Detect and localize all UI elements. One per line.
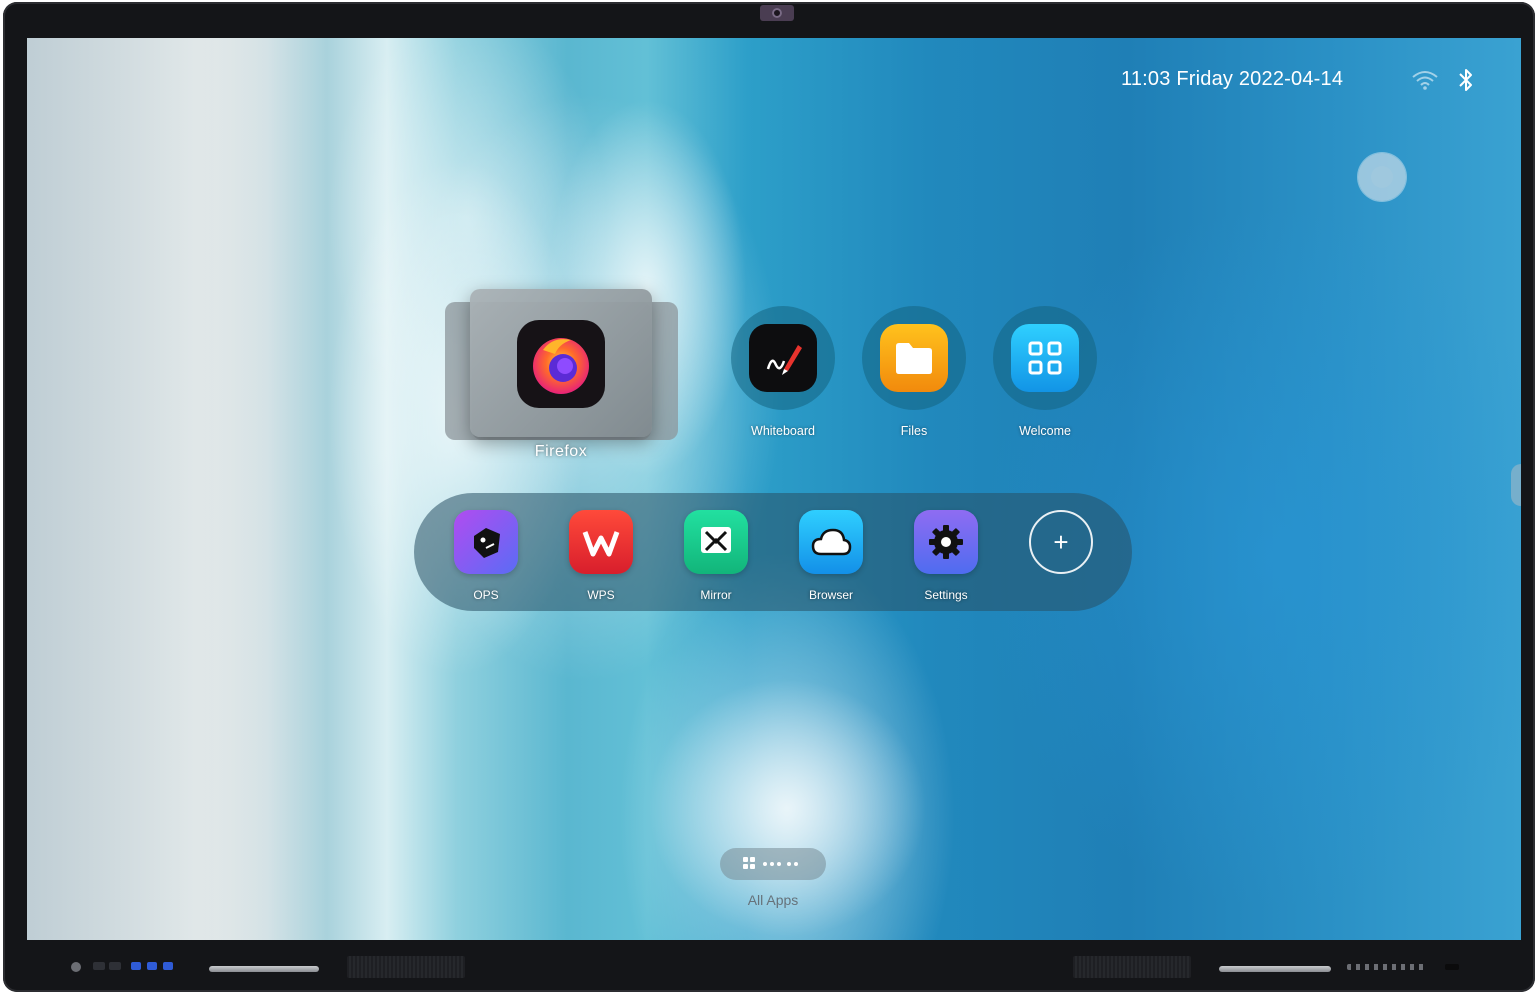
bluetooth-icon[interactable] xyxy=(1457,67,1475,93)
app-label: Whiteboard xyxy=(751,424,815,438)
stylus-pen xyxy=(209,966,319,972)
floating-menu-button[interactable] xyxy=(1358,153,1406,201)
bottom-bezel xyxy=(3,946,1535,992)
app-ring xyxy=(862,306,966,410)
usb-port xyxy=(131,962,141,970)
wps-icon xyxy=(569,510,633,574)
gear-icon xyxy=(914,510,978,574)
app-label: Browser xyxy=(808,588,853,602)
app-label: OPS xyxy=(473,588,499,602)
dock-app-browser[interactable]: Browser xyxy=(786,510,876,602)
ops-icon xyxy=(454,510,518,574)
dock-app-settings[interactable]: Settings xyxy=(901,510,991,602)
dock-app-ops[interactable]: OPS xyxy=(441,510,531,602)
camera-icon xyxy=(760,5,794,21)
status-datetime: 11:03 Friday 2022-04-14 xyxy=(1121,68,1344,90)
folder-icon xyxy=(880,324,948,392)
grid-dots-icon xyxy=(743,857,798,869)
app-label: Welcome xyxy=(1019,424,1071,438)
speaker-grille xyxy=(347,956,465,978)
power-button[interactable] xyxy=(71,962,81,972)
display-bezel: 11:03 Friday 2022-04-14 Firefox Whiteboa… xyxy=(3,2,1535,992)
usb-port xyxy=(163,962,173,970)
dock-app-wps[interactable]: WPS xyxy=(556,510,646,602)
speaker-grille xyxy=(1073,956,1191,978)
all-apps-button[interactable] xyxy=(720,848,826,880)
ir-sensor xyxy=(1445,964,1459,970)
app-ring xyxy=(731,306,835,410)
app-label: WPS xyxy=(587,588,615,602)
stylus-pen xyxy=(1219,966,1331,972)
app-label: Mirror xyxy=(700,588,732,602)
mirror-icon xyxy=(684,510,748,574)
app-welcome[interactable]: Welcome xyxy=(993,306,1097,438)
plus-icon: + xyxy=(1053,526,1069,557)
whiteboard-icon xyxy=(749,324,817,392)
dock-app-mirror[interactable]: Mirror xyxy=(671,510,761,602)
wifi-icon[interactable] xyxy=(1411,69,1439,91)
grid-icon xyxy=(1011,324,1079,392)
add-app-button[interactable]: + xyxy=(1029,510,1093,574)
usb-port xyxy=(147,962,157,970)
firefox-icon[interactable] xyxy=(517,320,605,408)
wallpaper-beach xyxy=(27,38,267,940)
app-label: Files xyxy=(900,424,928,438)
hdmi-port xyxy=(93,962,105,970)
side-drawer-handle[interactable] xyxy=(1511,464,1521,506)
control-buttons[interactable] xyxy=(1347,964,1427,970)
home-screen: 11:03 Friday 2022-04-14 Firefox Whiteboa… xyxy=(27,38,1521,940)
app-whiteboard[interactable]: Whiteboard xyxy=(731,306,835,438)
usb-c-port xyxy=(109,962,121,970)
app-files[interactable]: Files xyxy=(862,306,966,438)
cloud-icon xyxy=(799,510,863,574)
folder-label: Firefox xyxy=(534,443,588,460)
app-label: Settings xyxy=(924,588,968,602)
app-ring xyxy=(993,306,1097,410)
all-apps-label: All Apps xyxy=(747,892,799,908)
